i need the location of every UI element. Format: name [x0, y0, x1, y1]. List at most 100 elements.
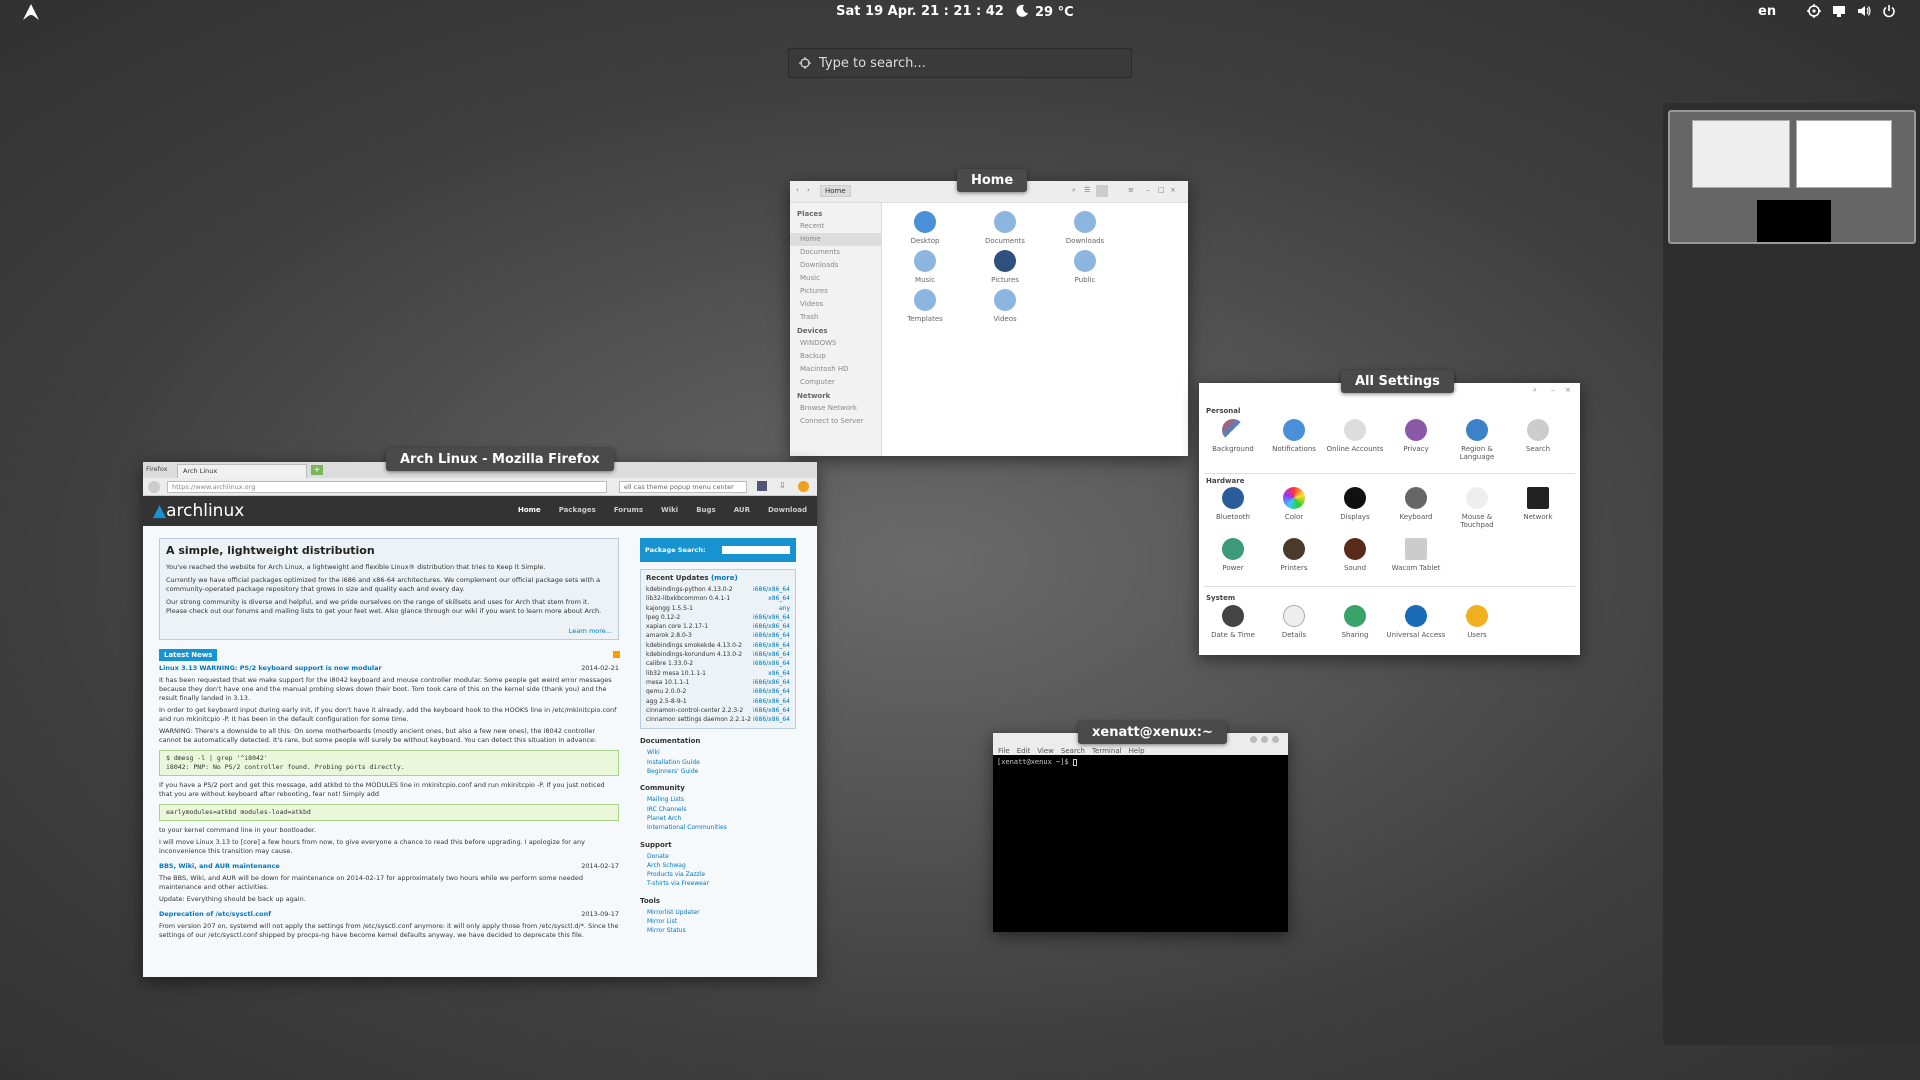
- menu-edit[interactable]: Edit: [1017, 747, 1031, 755]
- language-indicator[interactable]: en: [1758, 4, 1776, 19]
- network-icon[interactable]: [1831, 3, 1847, 19]
- package-name[interactable]: lib32 mesa 10.1.1-1: [646, 669, 706, 678]
- path-button[interactable]: Home: [820, 185, 851, 197]
- package-name[interactable]: kdebindings-python 4.13.0-2: [646, 585, 733, 594]
- support-link[interactable]: Products via Zazzle: [640, 870, 796, 879]
- nav-forums[interactable]: Forums: [614, 506, 643, 514]
- update-row[interactable]: calibre 1.33.0-2 i686/x86_64: [646, 659, 790, 668]
- minimize-icon[interactable]: [1250, 736, 1257, 743]
- update-row[interactable]: kdebindings smokekde 4.13.0-2 i686/x86_64: [646, 641, 790, 650]
- firefox-menu-button[interactable]: Firefox: [146, 465, 168, 473]
- minimize-icon[interactable]: –: [1551, 386, 1555, 394]
- support-link[interactable]: T-shirts via Freewear: [640, 879, 796, 888]
- url-bar[interactable]: https://www.archlinux.org: [167, 481, 607, 493]
- package-name[interactable]: kdebindings smokekde 4.13.0-2: [646, 641, 742, 650]
- settings-color[interactable]: Color: [1263, 487, 1325, 521]
- package-name[interactable]: cinnamon-control-center 2.2.3-2: [646, 706, 743, 715]
- forward-icon[interactable]: ›: [807, 186, 810, 194]
- sidebar-item-documents[interactable]: Documents: [790, 246, 881, 259]
- settings-search[interactable]: Search: [1507, 419, 1569, 453]
- settings-region-language[interactable]: Region & Language: [1446, 419, 1508, 461]
- maximize-icon[interactable]: [1261, 736, 1268, 743]
- power-icon[interactable]: [1881, 3, 1897, 19]
- update-row[interactable]: kajongg 1.5.5-1 any: [646, 604, 790, 613]
- overview-search[interactable]: [788, 48, 1132, 78]
- settings-privacy[interactable]: Privacy: [1385, 419, 1447, 453]
- folder-music[interactable]: Music: [895, 250, 955, 284]
- menu-file[interactable]: File: [998, 747, 1010, 755]
- menu-search[interactable]: Search: [1061, 747, 1085, 755]
- bookmarks-icon[interactable]: [757, 481, 767, 491]
- community-link[interactable]: International Communities: [640, 823, 796, 832]
- close-icon[interactable]: ×: [1565, 386, 1571, 394]
- update-row[interactable]: qemu 2.0.0-2 i686/x86_64: [646, 687, 790, 696]
- package-name[interactable]: lib32-libxkbcommon 0.4.1-1: [646, 594, 730, 603]
- folder-templates[interactable]: Templates: [895, 289, 955, 323]
- sidebar-item-pictures[interactable]: Pictures: [790, 285, 881, 298]
- sidebar-item-windows[interactable]: WINDOWS: [790, 337, 881, 350]
- settings-details[interactable]: Details: [1263, 605, 1325, 639]
- settings-printers[interactable]: Printers: [1263, 538, 1325, 572]
- settings-network[interactable]: Network: [1507, 487, 1569, 521]
- menu-icon[interactable]: ≡: [1128, 186, 1134, 194]
- doc-link[interactable]: Beginners' Guide: [640, 767, 796, 776]
- update-row[interactable]: lpeg 0.12-2 i686/x86_64: [646, 613, 790, 622]
- learn-more-link[interactable]: Learn more...: [569, 627, 612, 636]
- community-link[interactable]: Mailing Lists: [640, 795, 796, 804]
- sidebar-item-recent[interactable]: Recent: [790, 220, 881, 233]
- menu-help[interactable]: Help: [1129, 747, 1145, 755]
- search-input[interactable]: [819, 55, 1119, 71]
- community-link[interactable]: Planet Arch: [640, 814, 796, 823]
- settings-notifications[interactable]: Notifications: [1263, 419, 1325, 453]
- tab-arch-linux[interactable]: Arch Linux: [177, 464, 307, 478]
- settings-mouse-touchpad[interactable]: Mouse & Touchpad: [1446, 487, 1508, 529]
- home-icon[interactable]: [798, 481, 809, 492]
- news-title-link[interactable]: Deprecation of /etc/sysctl.conf: [159, 910, 271, 919]
- search-icon[interactable]: ⌕: [1533, 386, 1537, 395]
- settings-universal-access[interactable]: Universal Access: [1385, 605, 1447, 639]
- close-icon[interactable]: ×: [1170, 186, 1176, 194]
- package-search-input[interactable]: [722, 546, 790, 554]
- settings-users[interactable]: Users: [1446, 605, 1508, 639]
- package-name[interactable]: calibre 1.33.0-2: [646, 659, 693, 668]
- search-icon[interactable]: ⌕: [1072, 186, 1076, 195]
- downloads-icon[interactable]: ⇩: [779, 481, 786, 490]
- new-tab-button[interactable]: +: [311, 465, 323, 475]
- workspace-thumbnail[interactable]: [1668, 110, 1916, 244]
- window-label-settings[interactable]: All Settings: [1341, 370, 1454, 393]
- terminal-window[interactable]: File Edit View Search Terminal Help [xen…: [993, 733, 1288, 932]
- close-icon[interactable]: [1272, 736, 1279, 743]
- weather-indicator[interactable]: 29 °C: [1016, 4, 1074, 21]
- window-label-terminal[interactable]: xenatt@xenux:~: [1078, 721, 1227, 744]
- community-link[interactable]: IRC Channels: [640, 805, 796, 814]
- sidebar-item-browse-network[interactable]: Browse Network: [790, 402, 881, 415]
- nav-download[interactable]: Download: [768, 506, 807, 514]
- sidebar-item-videos[interactable]: Videos: [790, 298, 881, 311]
- package-name[interactable]: cinnamon settings daemon 2.2.1-2: [646, 715, 751, 724]
- clock[interactable]: Sat 19 Apr. 21 : 21 : 42: [0, 4, 1840, 19]
- news-title-link[interactable]: BBS, Wiki, and AUR maintenance: [159, 862, 280, 871]
- maximize-icon[interactable]: □: [1158, 186, 1165, 194]
- tools-link[interactable]: Mirrorlist Updater: [640, 908, 796, 917]
- sidebar-item-home[interactable]: Home: [790, 233, 881, 246]
- folder-public[interactable]: Public: [1055, 250, 1115, 284]
- settings-displays[interactable]: Displays: [1324, 487, 1386, 521]
- settings-sharing[interactable]: Sharing: [1324, 605, 1386, 639]
- more-link[interactable]: (more): [711, 574, 738, 582]
- nav-home[interactable]: Home: [518, 506, 541, 514]
- package-name[interactable]: kdebindings-korundum 4.13.0-2: [646, 650, 742, 659]
- terminal-output[interactable]: [xenatt@xenux ~]$: [993, 755, 1288, 769]
- package-name[interactable]: qemu 2.0.0-2: [646, 687, 686, 696]
- latest-news-heading[interactable]: Latest News: [159, 649, 218, 661]
- package-name[interactable]: mesa 10.1.1-1: [646, 678, 689, 687]
- package-name[interactable]: xapian core 1.2.17-1: [646, 622, 708, 631]
- window-label-files[interactable]: Home: [957, 169, 1028, 192]
- settings-bluetooth[interactable]: Bluetooth: [1202, 487, 1264, 521]
- nav-bugs[interactable]: Bugs: [696, 506, 716, 514]
- support-link[interactable]: Donate: [640, 852, 796, 861]
- folder-pictures[interactable]: Pictures: [975, 250, 1035, 284]
- update-row[interactable]: lib32-libxkbcommon 0.4.1-1 x86_64: [646, 594, 790, 603]
- folder-documents[interactable]: Documents: [975, 211, 1035, 245]
- settings-background[interactable]: Background: [1202, 419, 1264, 453]
- back-button-icon[interactable]: [148, 481, 160, 493]
